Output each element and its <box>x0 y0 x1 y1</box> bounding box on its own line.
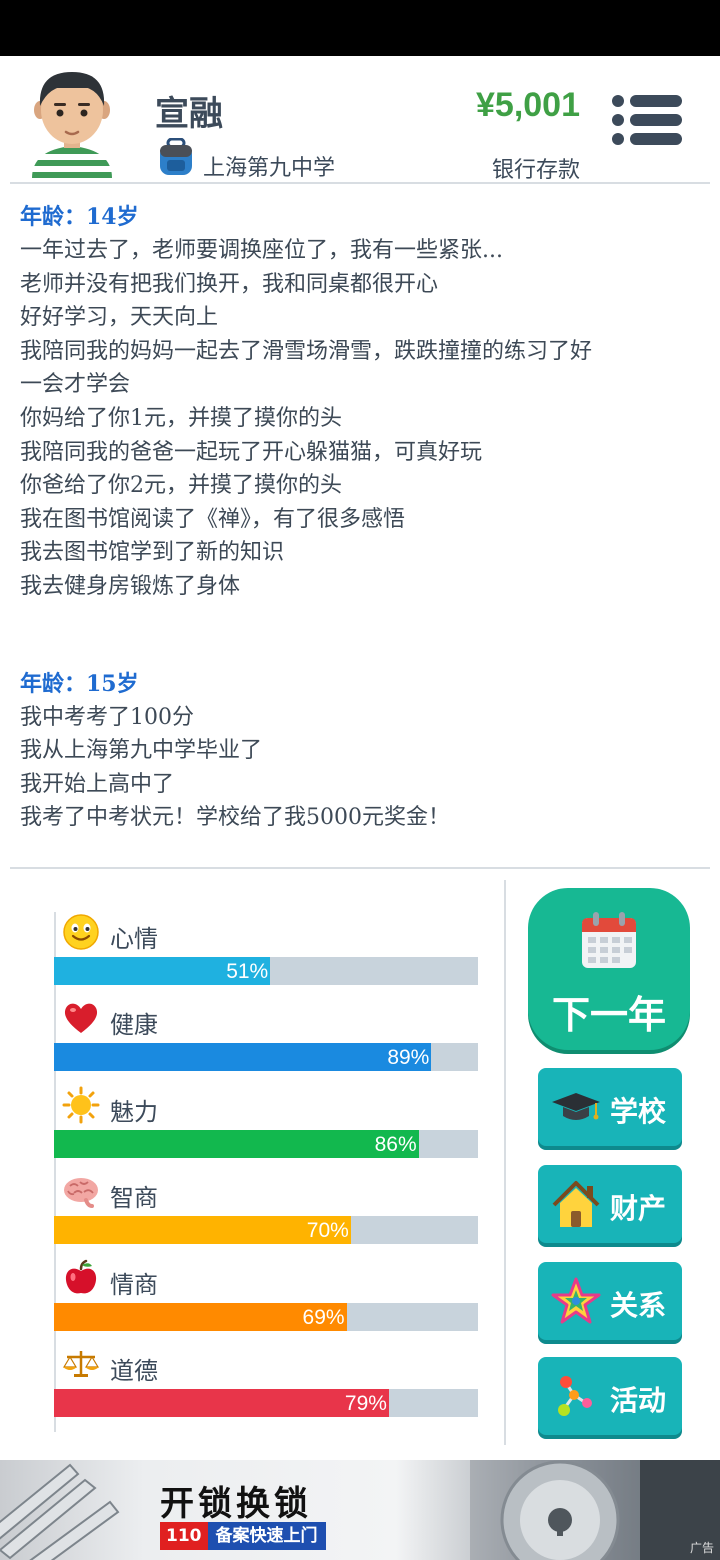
activities-button-label: 活动 <box>610 1384 667 1417</box>
heart-icon <box>64 1004 98 1034</box>
menu-icon-bar <box>630 133 682 145</box>
stat-label: 情商 <box>110 1270 158 1299</box>
stat-charm: 魅力 86% <box>54 1078 478 1164</box>
stat-iq: 智商 70% <box>54 1164 478 1250</box>
scales-icon <box>62 1350 100 1377</box>
stat-bar-track: 70% <box>54 1216 478 1245</box>
log-line: 我中考考了100分 <box>20 704 194 730</box>
log-line: 我陪同我的妈妈一起去了滑雪场滑雪，跌跌撞撞的练习了好 <box>20 338 593 364</box>
age-title: 年龄：14岁 <box>20 204 139 230</box>
stat-bar-fill: 69% <box>54 1302 347 1331</box>
log-line: 我去健身房锻炼了身体 <box>20 573 241 599</box>
stat-bar-track: 89% <box>54 1043 478 1072</box>
year-block: 年龄：15岁 我中考考了100分 我从上海第九中学毕业了 我开始上高中了 我考了… <box>20 667 710 835</box>
property-button[interactable]: 财产 <box>538 1165 682 1243</box>
ad-tag: 广告 <box>689 1541 714 1555</box>
log-spacer <box>20 604 710 667</box>
property-button-label: 财产 <box>610 1192 667 1225</box>
menu-icon-dot <box>612 114 624 126</box>
stat-label: 智商 <box>110 1184 158 1213</box>
avatar[interactable] <box>26 66 118 178</box>
player-name: 宣融 <box>155 94 223 134</box>
stat-percent: 86% <box>374 1132 417 1156</box>
status-bar <box>0 0 720 56</box>
menu-button[interactable] <box>612 92 684 148</box>
stat-bar-fill: 70% <box>54 1216 351 1245</box>
ad-banner[interactable]: 开锁换锁 110 备案快速上门 广告 <box>0 1460 720 1560</box>
stat-percent: 79% <box>344 1391 387 1415</box>
log-line: 我开始上高中了 <box>20 771 175 797</box>
stat-bar-fill: 86% <box>54 1129 419 1158</box>
stat-percent: 89% <box>387 1046 430 1070</box>
apple-icon <box>65 1259 97 1293</box>
age-title: 年龄：15岁 <box>20 670 139 697</box>
door-lock-image <box>470 1460 720 1560</box>
stat-bar-track: 86% <box>54 1129 478 1158</box>
menu-icon-dot <box>612 133 624 145</box>
log-line: 好好学习，天天向上 <box>20 305 219 331</box>
activity-dots-icon <box>558 1376 592 1416</box>
stat-mood: 心情 51% <box>54 905 478 991</box>
log-line: 一会才学会 <box>20 372 131 398</box>
school-button-label: 学校 <box>610 1095 667 1128</box>
stat-label: 魅力 <box>110 1097 158 1126</box>
log-line: 我陪同我的爸爸一起玩了开心躲猫猫，可真好玩 <box>20 439 483 465</box>
stat-percent: 70% <box>306 1219 349 1243</box>
stat-health: 健康 89% <box>54 991 478 1077</box>
log-line: 我去图书馆学到了新的知识 <box>20 540 285 566</box>
stat-label: 健康 <box>110 1011 158 1040</box>
player-header: 宣融 上海第九中学 ¥5,001 银行存款 <box>0 56 720 184</box>
header-divider <box>10 182 710 184</box>
stat-percent: 69% <box>302 1305 345 1329</box>
backpack-icon <box>160 138 192 175</box>
stat-bar-fill: 89% <box>54 1043 432 1072</box>
log-line: 我在图书馆阅读了《禅》，有了很多感悟 <box>20 506 406 532</box>
log-divider <box>10 867 710 869</box>
stat-percent: 51% <box>226 960 269 983</box>
calendar-icon <box>582 912 636 968</box>
log-line: 你爸给了你2元，并摸了摸你的头 <box>20 473 342 499</box>
school-button[interactable]: 学校 <box>538 1068 682 1146</box>
log-line: 你妈给了你1元，并摸了摸你的头 <box>20 405 342 431</box>
panel-divider <box>504 880 506 1445</box>
log-line: 我考了中考状元！学校给了我5000元奖金！ <box>20 805 450 831</box>
stat-morality: 道德 79% <box>54 1337 478 1423</box>
ad-number: 110 <box>160 1522 208 1550</box>
menu-icon <box>612 95 624 107</box>
stat-bar-fill: 51% <box>54 957 271 985</box>
stat-bar-track: 69% <box>54 1302 478 1331</box>
house-icon <box>552 1181 600 1227</box>
ad-subtitle: 110 备案快速上门 <box>160 1522 326 1550</box>
stat-bar-track: 79% <box>54 1388 478 1417</box>
log-line: 我从上海第九中学毕业了 <box>20 738 263 764</box>
event-log: 年龄：14岁 一年过去了，老师要调换座位了，我有一些紧张... 老师并没有把我们… <box>20 200 710 835</box>
stat-label: 道德 <box>110 1356 158 1385</box>
stat-bar-track: 51% <box>54 957 478 985</box>
star-icon <box>551 1277 601 1324</box>
sun-icon <box>62 1086 100 1124</box>
log-line: 一年过去了，老师要调换座位了，我有一些紧张... <box>20 238 503 263</box>
stats-panel: 心情 51% 健康 89% 魅力 86% 智商 70% 情商 69% 道德 79… <box>54 905 478 1423</box>
school-name: 上海第九中学 <box>203 156 336 181</box>
keys-image <box>0 1463 120 1560</box>
menu-icon-bar <box>630 95 682 107</box>
next-year-label: 下一年 <box>551 993 666 1037</box>
log-line: 老师并没有把我们换开，我和同桌都很开心 <box>20 271 439 297</box>
bank-balance: ¥5,001 <box>476 86 580 124</box>
stat-eq: 情商 69% <box>54 1251 478 1337</box>
next-year-button[interactable]: 下一年 <box>528 888 690 1050</box>
relations-button-label: 关系 <box>610 1289 667 1322</box>
stat-label: 心情 <box>110 925 158 953</box>
ad-title: 开锁换锁 <box>160 1484 312 1524</box>
graduation-cap-icon <box>552 1093 600 1120</box>
relations-button[interactable]: 关系 <box>538 1262 682 1340</box>
stat-bar-fill: 79% <box>54 1388 389 1417</box>
activities-button[interactable]: 活动 <box>538 1357 682 1435</box>
brain-icon <box>64 1178 98 1209</box>
ad-description: 备案快速上门 <box>207 1522 326 1550</box>
menu-icon-bar <box>630 114 682 126</box>
bank-balance-label: 银行存款 <box>491 158 580 183</box>
year-block: 年龄：14岁 一年过去了，老师要调换座位了，我有一些紧张... 老师并没有把我们… <box>20 200 710 604</box>
smiley-icon <box>63 914 99 950</box>
